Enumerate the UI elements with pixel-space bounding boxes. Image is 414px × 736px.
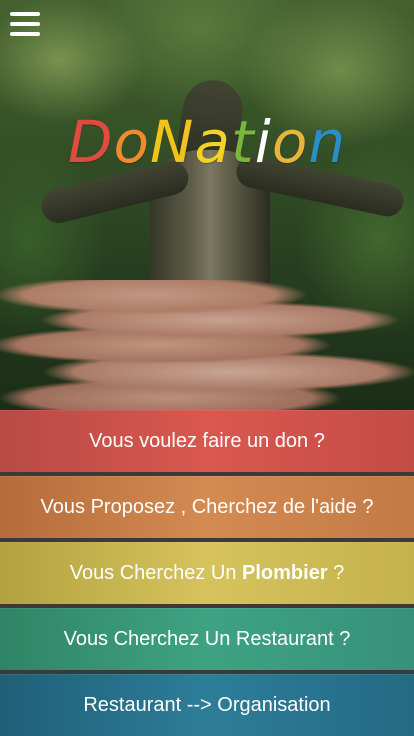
- plumber-button-label: Vous Cherchez Un Plombier ?: [69, 562, 345, 584]
- logo-letter: N: [150, 108, 195, 176]
- hamburger-menu-icon[interactable]: [10, 12, 42, 38]
- logo-letter: D: [67, 108, 114, 176]
- plumber-button[interactable]: Vous Cherchez Un Plombier ?: [0, 542, 414, 604]
- logo-letter: o: [271, 108, 309, 176]
- organisation-button[interactable]: Restaurant --> Organisation: [0, 674, 414, 736]
- help-button[interactable]: Vous Proposez , Cherchez de l'aide ?: [0, 476, 414, 538]
- logo-letter: a: [194, 108, 231, 176]
- logo-letter: t: [230, 108, 255, 176]
- donate-button[interactable]: Vous voulez faire un don ?: [0, 410, 414, 472]
- app-logo: DoNation: [0, 108, 414, 176]
- restaurant-button-label: Vous Cherchez Un Restaurant ?: [63, 628, 351, 650]
- donate-button-label: Vous voulez faire un don ?: [89, 430, 325, 452]
- help-button-label: Vous Proposez , Cherchez de l'aide ?: [40, 496, 374, 518]
- organisation-button-label: Restaurant --> Organisation: [83, 694, 331, 716]
- logo-letter: i: [254, 108, 272, 176]
- action-buttons: Vous voulez faire un don ? Vous Proposez…: [0, 410, 414, 736]
- hero-image: [0, 0, 414, 410]
- restaurant-button[interactable]: Vous Cherchez Un Restaurant ?: [0, 608, 414, 670]
- logo-letter: n: [308, 108, 347, 176]
- plumber-keyword: Plombier: [242, 562, 328, 584]
- logo-letter: o: [113, 108, 151, 176]
